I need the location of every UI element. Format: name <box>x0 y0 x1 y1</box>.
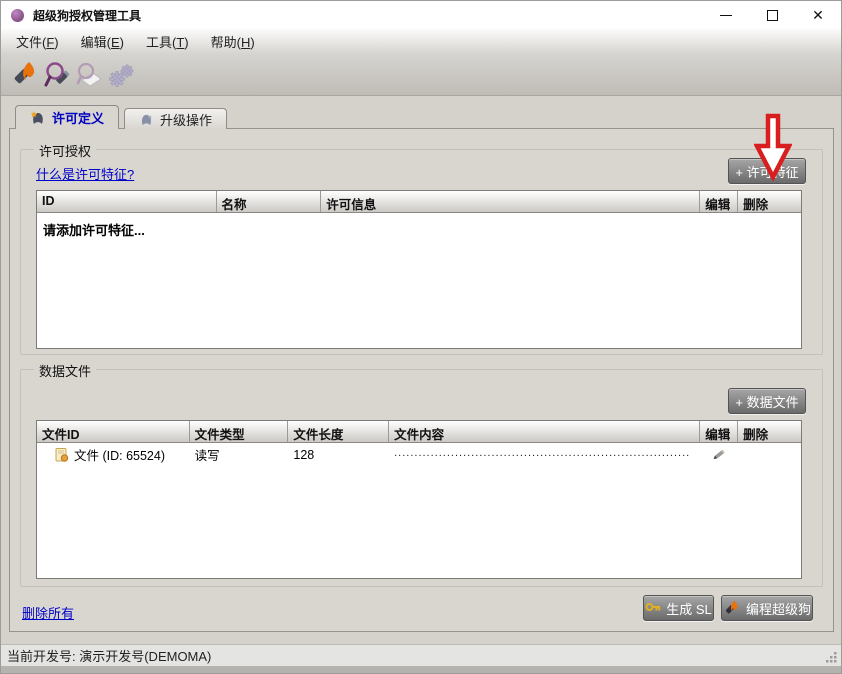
license-feature-table: ID 名称 许可信息 编辑 删除 请添加许可特征... <box>36 190 802 349</box>
inspect-superdog-icon <box>43 61 71 89</box>
window-controls: ✕ <box>703 1 841 29</box>
maximize-button[interactable] <box>749 1 795 29</box>
column-header-license-info: 许可信息 <box>321 191 700 212</box>
delete-all-link[interactable]: 删除所有 <box>22 603 74 622</box>
key-icon <box>645 601 661 615</box>
edit-file-button[interactable] <box>700 447 738 462</box>
column-header-delete: 删除 <box>738 191 801 212</box>
settings-gears-icon <box>106 61 136 89</box>
titlebar: 超级狗授权管理工具 ✕ <box>1 1 841 29</box>
license-definition-panel: 许可授权 什么是许可特征? + 许可特征 ID 名称 许可信息 编辑 删除 请添… <box>9 128 834 632</box>
program-superdog-footer-button[interactable]: 编程超级狗 <box>721 595 813 621</box>
tab-bar: 许可定义 升级操作 <box>15 105 227 129</box>
menu-item-help[interactable]: 帮助(H) <box>200 29 266 55</box>
menu-item-edit[interactable]: 编辑(E) <box>70 29 135 55</box>
column-header-edit: 编辑 <box>700 421 738 442</box>
app-icon <box>11 9 24 22</box>
current-developer-id-text: 当前开发号: 演示开发号(DEMOMA) <box>7 646 211 665</box>
generate-sl-label: 生成 SL <box>666 599 712 618</box>
maximize-icon <box>767 10 778 21</box>
license-tab-dog-icon <box>30 110 46 126</box>
pencil-edit-icon <box>711 447 727 462</box>
generate-sl-button[interactable]: 生成 SL <box>643 595 714 621</box>
settings-button[interactable] <box>105 59 137 91</box>
tab-label: 许可定义 <box>52 108 104 127</box>
menu-item-tools[interactable]: 工具(T) <box>135 29 200 55</box>
tab-upgrade-operations[interactable]: 升级操作 <box>124 108 227 129</box>
group-label: 数据文件 <box>34 361 96 380</box>
column-header-name: 名称 <box>217 191 322 212</box>
data-file-icon <box>55 448 69 462</box>
add-data-file-button[interactable]: + 数据文件 <box>728 388 806 414</box>
tab-label: 升级操作 <box>160 110 212 129</box>
app-window: 超级狗授权管理工具 ✕ 文件(F) 编辑(E) 工具(T) 帮助(H) <box>0 0 842 674</box>
file-length-cell: 128 <box>288 448 389 462</box>
column-header-edit: 编辑 <box>700 191 738 212</box>
program-superdog-icon <box>10 61 40 89</box>
data-file-row[interactable]: 文件 (ID: 65524) 读写 128 ..................… <box>37 443 801 466</box>
tab-license-definition[interactable]: 许可定义 <box>15 105 119 129</box>
program-superdog-label: 编程超级狗 <box>746 599 811 618</box>
file-content-cell: ........................................… <box>389 449 700 461</box>
column-header-file-type: 文件类型 <box>190 421 289 442</box>
file-type-cell: 读写 <box>190 445 289 464</box>
column-header-file-length: 文件长度 <box>288 421 389 442</box>
column-header-file-id: 文件ID <box>37 421 190 442</box>
data-file-table-header: 文件ID 文件类型 文件长度 文件内容 编辑 删除 <box>37 421 801 443</box>
menu-item-file[interactable]: 文件(F) <box>5 29 70 55</box>
program-superdog-icon <box>723 600 741 617</box>
column-header-file-content: 文件内容 <box>389 421 700 442</box>
resize-grip[interactable] <box>823 649 839 665</box>
close-button[interactable]: ✕ <box>795 1 841 29</box>
menubar: 文件(F) 编辑(E) 工具(T) 帮助(H) <box>1 29 841 54</box>
file-id-cell: 文件 (ID: 65524) <box>37 445 190 464</box>
license-table-header: ID 名称 许可信息 编辑 删除 <box>37 191 801 213</box>
view-report-button[interactable] <box>73 59 105 91</box>
window-bottom-edge <box>1 666 841 673</box>
upgrade-tab-dog-icon <box>139 112 154 127</box>
column-header-id: ID <box>37 191 217 212</box>
license-table-empty-message: 请添加许可特征... <box>37 213 801 246</box>
file-content-dots: ........................................… <box>394 449 690 459</box>
program-superdog-button[interactable] <box>9 59 41 91</box>
inspect-superdog-button[interactable] <box>41 59 73 91</box>
minimize-button[interactable] <box>703 1 749 29</box>
window-title: 超级狗授权管理工具 <box>33 7 141 24</box>
statusbar: 当前开发号: 演示开发号(DEMOMA) <box>1 644 841 666</box>
group-label: 许可授权 <box>34 141 96 160</box>
add-license-feature-button[interactable]: + 许可特征 <box>728 158 806 184</box>
toolbar <box>1 54 841 96</box>
what-is-license-feature-link[interactable]: 什么是许可特征? <box>36 164 134 183</box>
close-icon: ✕ <box>812 8 824 22</box>
column-header-delete: 删除 <box>738 421 801 442</box>
minimize-icon <box>720 15 732 16</box>
data-file-table: 文件ID 文件类型 文件长度 文件内容 编辑 删除 文件 (ID: 65524) <box>36 420 802 579</box>
view-report-icon <box>74 61 104 89</box>
